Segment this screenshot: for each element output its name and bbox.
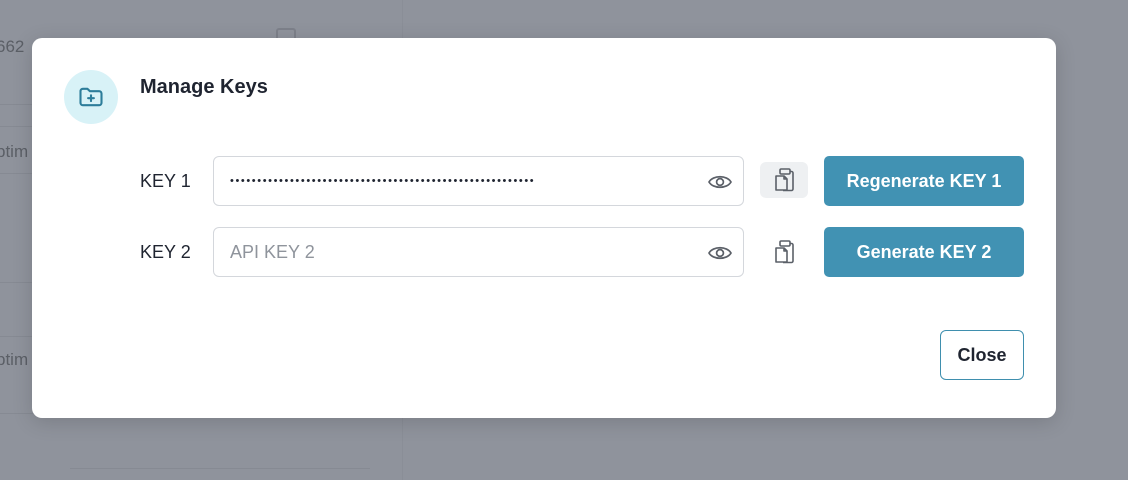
key-2-field	[213, 227, 744, 277]
folder-plus-icon	[64, 70, 118, 124]
regenerate-key-1-button[interactable]: Regenerate KEY 1	[824, 156, 1024, 206]
clipboard-icon	[775, 240, 794, 264]
generate-key-2-button[interactable]: Generate KEY 2	[824, 227, 1024, 277]
clipboard-icon	[775, 168, 794, 192]
copy-key-2-button[interactable]	[760, 234, 808, 270]
close-button[interactable]: Close	[940, 330, 1024, 380]
key-1-field	[213, 156, 744, 206]
key-1-label: KEY 1	[140, 171, 191, 191]
background-text-fragment: ptim	[0, 350, 29, 369]
background-text-fragment: 662	[0, 37, 25, 56]
show-key-2-eye-icon[interactable]	[705, 240, 735, 266]
key-2-input[interactable]	[230, 228, 690, 276]
key-2-label: KEY 2	[140, 242, 191, 262]
key-1-input[interactable]	[230, 157, 690, 205]
dialog-title: Manage Keys	[140, 76, 268, 98]
manage-keys-dialog: Manage Keys KEY 1 Regenerate KEY 1 KEY 2	[32, 38, 1056, 418]
show-key-1-eye-icon[interactable]	[705, 169, 735, 195]
background-divider	[70, 468, 370, 469]
background-text-fragment: ptim	[0, 142, 29, 161]
copy-key-1-button[interactable]	[760, 162, 808, 198]
